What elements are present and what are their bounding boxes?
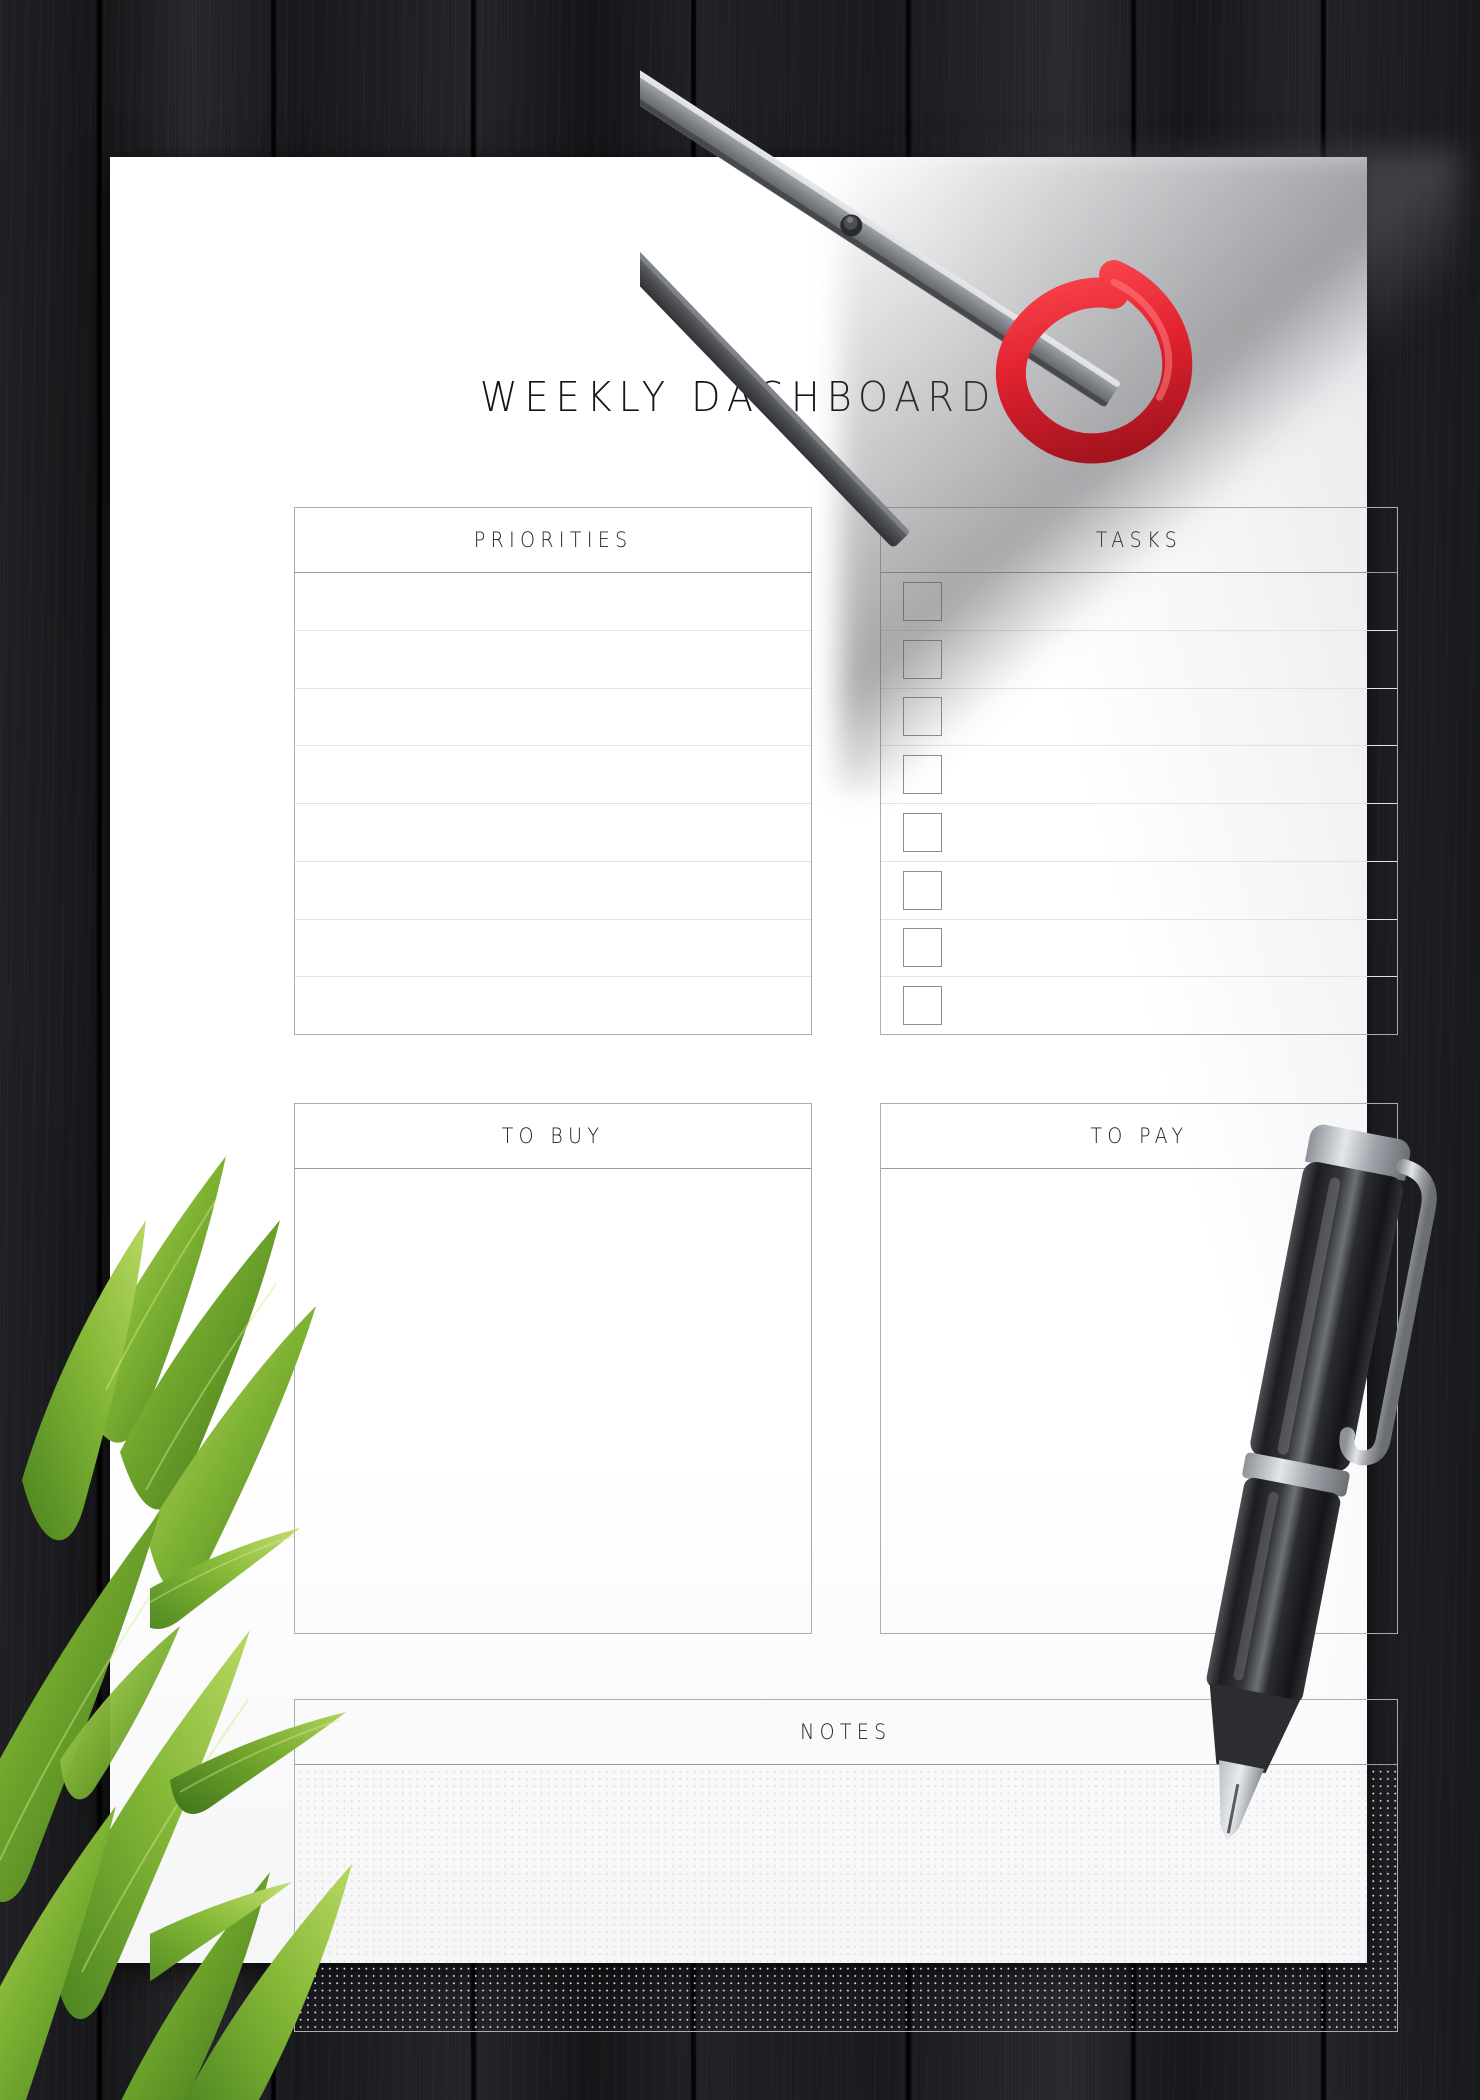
task-row-5[interactable] bbox=[881, 804, 1397, 862]
priorities-heading: PRIORITIES bbox=[473, 528, 633, 552]
to-buy-body[interactable] bbox=[295, 1169, 811, 1633]
notes-header: NOTES bbox=[295, 1700, 1397, 1765]
page-title: WEEKLY DASHBOARD bbox=[479, 373, 998, 421]
empty-checkbox-icon[interactable] bbox=[903, 986, 942, 1026]
paper-sheen bbox=[110, 157, 1367, 1963]
priorities-header: PRIORITIES bbox=[295, 508, 811, 573]
to-pay-heading: TO PAY bbox=[1089, 1124, 1189, 1148]
task-row-2[interactable] bbox=[881, 631, 1397, 689]
empty-checkbox-icon[interactable] bbox=[903, 812, 942, 852]
priority-row-8[interactable] bbox=[295, 977, 811, 1034]
empty-checkbox-icon[interactable] bbox=[903, 697, 942, 737]
notes-body[interactable] bbox=[295, 1765, 1397, 2030]
priority-row-5[interactable] bbox=[295, 804, 811, 862]
priority-row-6[interactable] bbox=[295, 862, 811, 920]
notes-panel: NOTES bbox=[294, 1699, 1398, 2032]
empty-checkbox-icon[interactable] bbox=[903, 581, 942, 621]
priority-row-4[interactable] bbox=[295, 746, 811, 804]
empty-checkbox-icon[interactable] bbox=[903, 928, 942, 968]
to-pay-header: TO PAY bbox=[881, 1104, 1397, 1169]
priority-row-2[interactable] bbox=[295, 631, 811, 689]
empty-checkbox-icon[interactable] bbox=[903, 755, 942, 795]
task-row-7[interactable] bbox=[881, 920, 1397, 978]
task-row-4[interactable] bbox=[881, 746, 1397, 804]
tasks-header: TASKS bbox=[881, 508, 1397, 573]
tasks-heading: TASKS bbox=[1095, 528, 1183, 552]
priorities-panel: PRIORITIES bbox=[294, 507, 812, 1035]
to-pay-panel: TO PAY bbox=[880, 1103, 1398, 1634]
to-buy-panel: TO BUY bbox=[294, 1103, 812, 1634]
notes-heading: NOTES bbox=[800, 1720, 892, 1744]
empty-checkbox-icon[interactable] bbox=[903, 639, 942, 679]
to-buy-heading: TO BUY bbox=[501, 1124, 605, 1148]
to-buy-header: TO BUY bbox=[295, 1104, 811, 1169]
to-pay-body[interactable] bbox=[881, 1169, 1397, 1633]
planner-page: WEEKLY DASHBOARD PRIORITIES TASKS TO BUY… bbox=[110, 157, 1398, 2032]
priorities-rows bbox=[295, 573, 811, 1034]
tasks-panel: TASKS bbox=[880, 507, 1398, 1035]
task-row-8[interactable] bbox=[881, 977, 1397, 1034]
task-row-6[interactable] bbox=[881, 862, 1397, 920]
empty-checkbox-icon[interactable] bbox=[903, 870, 942, 910]
task-row-3[interactable] bbox=[881, 689, 1397, 747]
priority-row-1[interactable] bbox=[295, 573, 811, 631]
photo-scene: WEEKLY DASHBOARD PRIORITIES TASKS TO BUY… bbox=[0, 0, 1480, 2100]
priority-row-7[interactable] bbox=[295, 920, 811, 978]
task-row-1[interactable] bbox=[881, 573, 1397, 631]
priority-row-3[interactable] bbox=[295, 689, 811, 747]
tasks-rows bbox=[881, 573, 1397, 1034]
